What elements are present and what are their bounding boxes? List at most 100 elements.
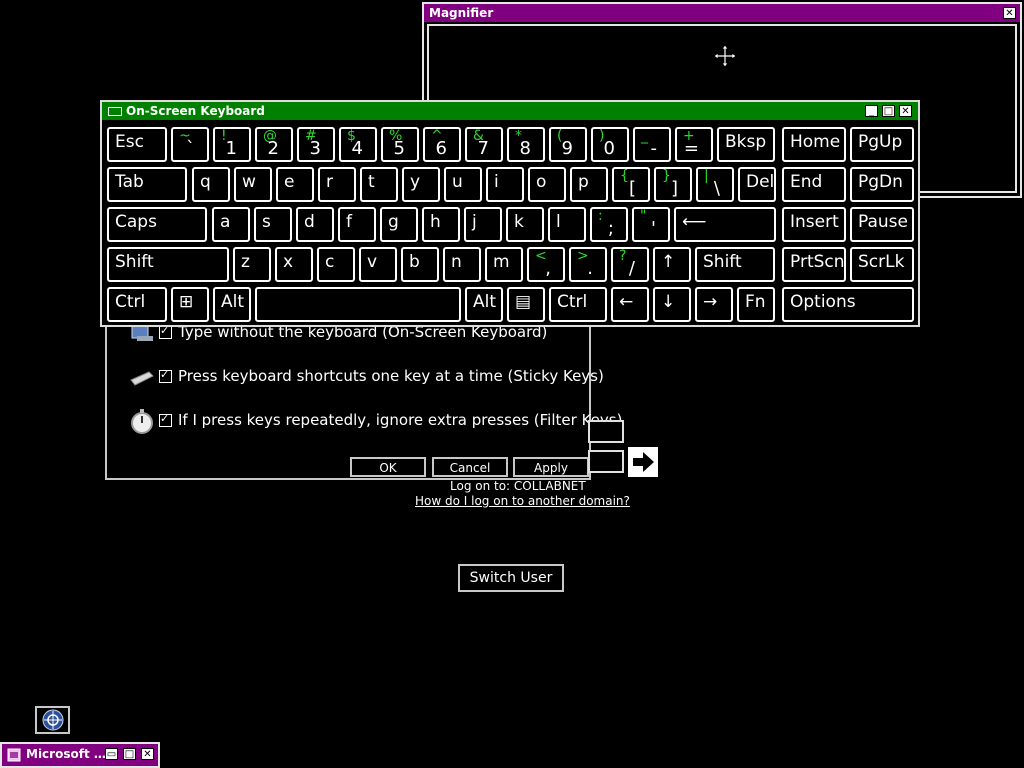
key-lbracket[interactable]: {[ bbox=[612, 167, 650, 202]
key-enter[interactable]: ⟵ bbox=[674, 207, 776, 242]
accessibility-tray-button[interactable] bbox=[35, 706, 70, 734]
key-3[interactable]: #3 bbox=[297, 127, 335, 162]
key-i[interactable]: i bbox=[486, 167, 524, 202]
key-s[interactable]: s bbox=[254, 207, 292, 242]
key-t[interactable]: t bbox=[360, 167, 398, 202]
key-c[interactable]: c bbox=[317, 247, 355, 282]
key-semicolon[interactable]: :; bbox=[590, 207, 628, 242]
password-field[interactable] bbox=[588, 450, 624, 473]
osk-maximize-button[interactable]: □ bbox=[882, 105, 895, 117]
task-restore-button[interactable]: ▭ bbox=[105, 748, 118, 760]
key-equals[interactable]: + = bbox=[675, 127, 713, 162]
sticky-keys-option-row[interactable]: Press keyboard shortcuts one key at a ti… bbox=[129, 364, 604, 388]
key-slash[interactable]: ? / bbox=[611, 247, 649, 282]
key-e[interactable]: e bbox=[276, 167, 314, 202]
key-x[interactable]: x bbox=[275, 247, 313, 282]
osk-title-bar[interactable]: On-Screen Keyboard _ □ ✕ bbox=[102, 102, 918, 120]
other-domain-link[interactable]: How do I log on to another domain? bbox=[415, 494, 630, 508]
key-6[interactable]: ^ 6 bbox=[423, 127, 461, 162]
key-pause[interactable]: Pause bbox=[850, 207, 914, 242]
key-backtick[interactable]: ~ ` bbox=[171, 127, 209, 162]
key-j[interactable]: j bbox=[464, 207, 502, 242]
key-up[interactable]: ↑ bbox=[653, 247, 691, 282]
key-quote[interactable]: " ' bbox=[632, 207, 670, 242]
task-maximize-button[interactable]: □ bbox=[123, 748, 136, 760]
key-b[interactable]: b bbox=[401, 247, 439, 282]
taskbar-microsoft-window[interactable]: Microsoft … ▭ □ ✕ bbox=[0, 742, 160, 768]
key-menu[interactable]: ▤ bbox=[507, 287, 545, 322]
key-scrlk[interactable]: ScrLk bbox=[850, 247, 914, 282]
key-prtscn[interactable]: PrtScn bbox=[782, 247, 846, 282]
key-insert[interactable]: Insert bbox=[782, 207, 846, 242]
key-pgup[interactable]: PgUp bbox=[850, 127, 914, 162]
key-o[interactable]: o bbox=[528, 167, 566, 202]
key-space[interactable] bbox=[255, 287, 461, 322]
on-screen-keyboard-window[interactable]: On-Screen Keyboard _ □ ✕ Esc ~ `! 1 @2 #3 $4% 5… bbox=[100, 100, 920, 327]
key-backslash[interactable]: | \ bbox=[696, 167, 734, 202]
key-down[interactable]: ↓ bbox=[653, 287, 691, 322]
key-right[interactable]: → bbox=[695, 287, 733, 322]
key-pgdn[interactable]: PgDn bbox=[850, 167, 914, 202]
key-minus[interactable]: _ - bbox=[633, 127, 671, 162]
cancel-button[interactable]: Cancel bbox=[432, 457, 508, 477]
key-options[interactable]: Options bbox=[782, 287, 914, 322]
task-close-button[interactable]: ✕ bbox=[141, 748, 154, 760]
key-fn[interactable]: Fn bbox=[737, 287, 775, 322]
key-y[interactable]: y bbox=[402, 167, 440, 202]
osk-checkbox[interactable] bbox=[159, 324, 172, 339]
username-field[interactable] bbox=[588, 420, 624, 443]
ok-button[interactable]: OK bbox=[350, 457, 426, 477]
apply-button[interactable]: Apply bbox=[513, 457, 589, 477]
logon-submit-button[interactable] bbox=[628, 447, 658, 477]
key-lctrl[interactable]: Ctrl bbox=[107, 287, 167, 322]
key-g[interactable]: g bbox=[380, 207, 418, 242]
key-2[interactable]: @2 bbox=[255, 127, 293, 162]
key-home[interactable]: Home bbox=[782, 127, 846, 162]
key-caps[interactable]: Caps bbox=[107, 207, 207, 242]
sticky-keys-checkbox[interactable] bbox=[159, 368, 172, 383]
key-n[interactable]: n bbox=[443, 247, 481, 282]
key-d[interactable]: d bbox=[296, 207, 334, 242]
filter-keys-option-row[interactable]: If I press keys repeatedly, ignore extra… bbox=[129, 408, 622, 434]
key-comma[interactable]: <, bbox=[527, 247, 565, 282]
magnifier-title-bar[interactable]: Magnifier ✕ bbox=[424, 4, 1020, 22]
key-esc[interactable]: Esc bbox=[107, 127, 167, 162]
key-9[interactable]: (9 bbox=[549, 127, 587, 162]
key-q[interactable]: q bbox=[192, 167, 230, 202]
filter-keys-checkbox[interactable] bbox=[159, 412, 172, 427]
key-lalt[interactable]: Alt bbox=[213, 287, 251, 322]
key-rshift[interactable]: Shift bbox=[695, 247, 775, 282]
key-8[interactable]: * 8 bbox=[507, 127, 545, 162]
key-v[interactable]: v bbox=[359, 247, 397, 282]
key-rbracket[interactable]: }] bbox=[654, 167, 692, 202]
key-ralt[interactable]: Alt bbox=[465, 287, 503, 322]
key-h[interactable]: h bbox=[422, 207, 460, 242]
key-r[interactable]: r bbox=[318, 167, 356, 202]
switch-user-button[interactable]: Switch User bbox=[458, 564, 564, 592]
key-m[interactable]: m bbox=[485, 247, 523, 282]
key-bksp[interactable]: Bksp bbox=[717, 127, 775, 162]
key-f[interactable]: f bbox=[338, 207, 376, 242]
key-p[interactable]: p bbox=[570, 167, 608, 202]
osk-minimize-button[interactable]: _ bbox=[865, 105, 878, 117]
key-left[interactable]: ← bbox=[611, 287, 649, 322]
magnifier-close-button[interactable]: ✕ bbox=[1003, 7, 1016, 19]
key-k[interactable]: k bbox=[506, 207, 544, 242]
key-win[interactable]: ⊞ bbox=[171, 287, 209, 322]
osk-close-button[interactable]: ✕ bbox=[899, 105, 912, 117]
key-a[interactable]: a bbox=[212, 207, 250, 242]
key-4[interactable]: $4 bbox=[339, 127, 377, 162]
key-1[interactable]: ! 1 bbox=[213, 127, 251, 162]
key-l[interactable]: l bbox=[548, 207, 586, 242]
key-u[interactable]: u bbox=[444, 167, 482, 202]
key-w[interactable]: w bbox=[234, 167, 272, 202]
key-rctrl[interactable]: Ctrl bbox=[549, 287, 607, 322]
key-tab[interactable]: Tab bbox=[107, 167, 187, 202]
key-del[interactable]: Del bbox=[738, 167, 776, 202]
key-lshift[interactable]: Shift bbox=[107, 247, 229, 282]
key-0[interactable]: ) 0 bbox=[591, 127, 629, 162]
key-period[interactable]: >. bbox=[569, 247, 607, 282]
key-z[interactable]: z bbox=[233, 247, 271, 282]
key-7[interactable]: & 7 bbox=[465, 127, 503, 162]
key-5[interactable]: % 5 bbox=[381, 127, 419, 162]
